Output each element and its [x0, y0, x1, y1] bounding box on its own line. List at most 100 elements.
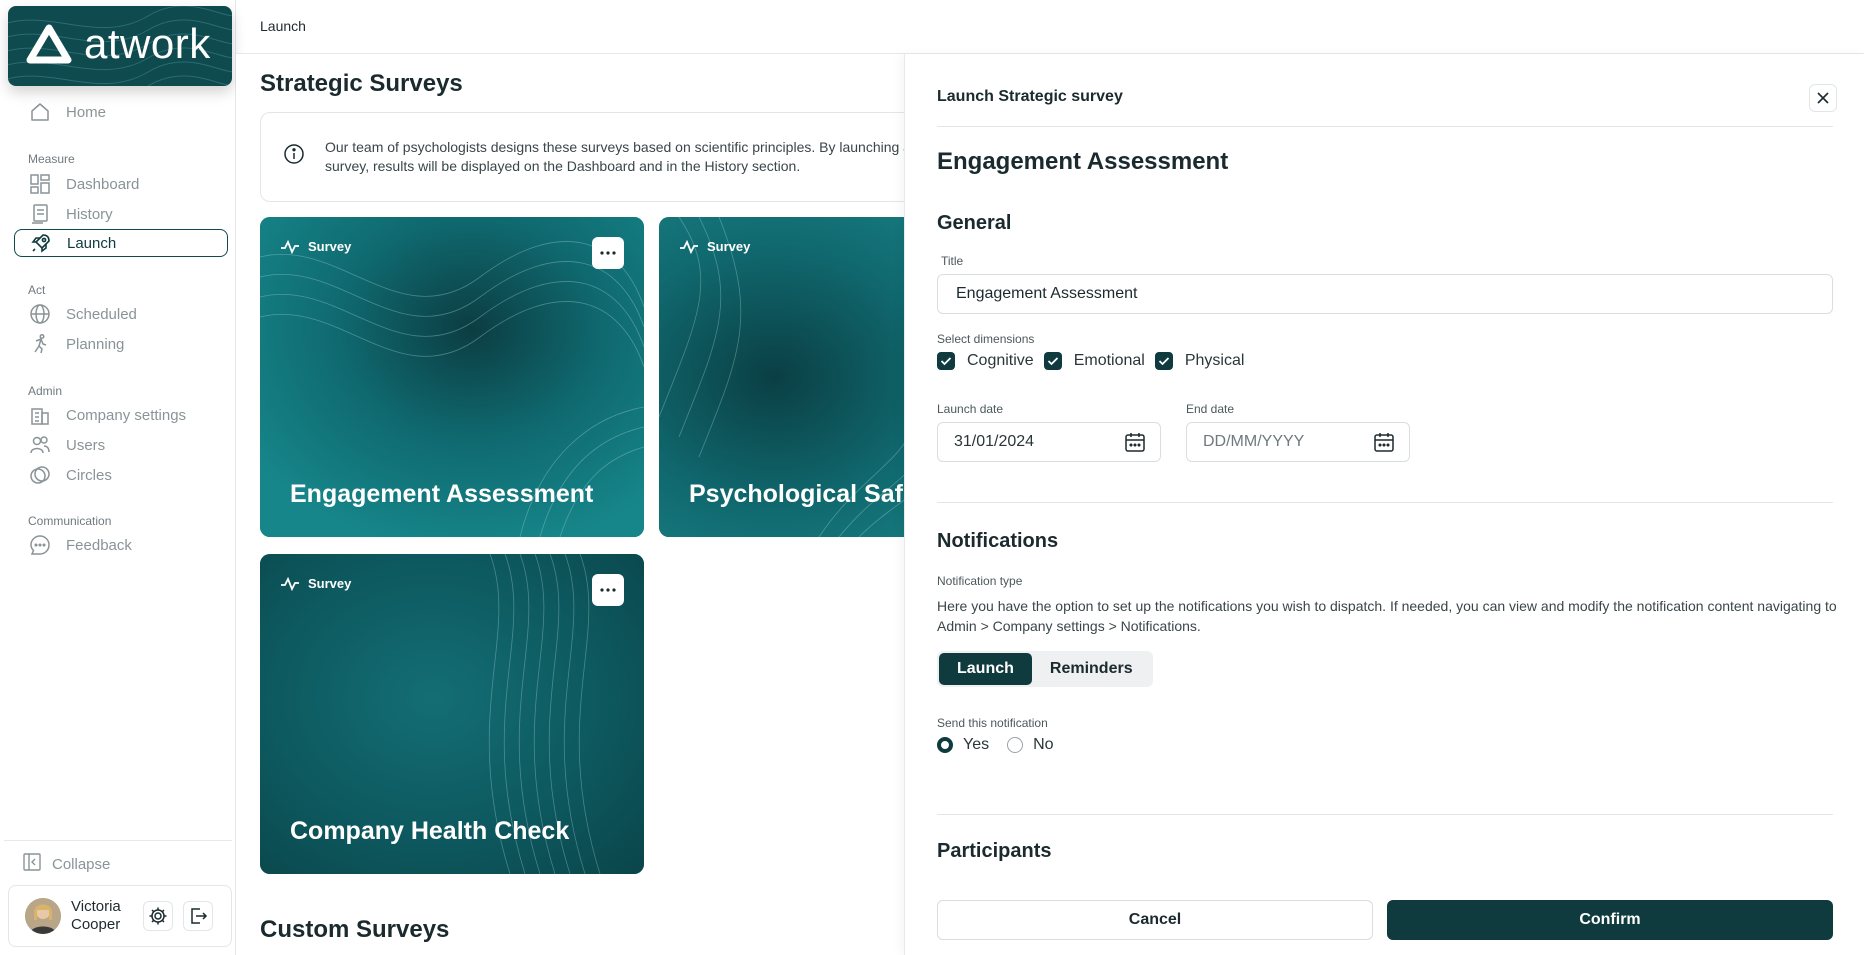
checkmark-icon	[1043, 352, 1062, 370]
notification-tabs: Launch Reminders	[937, 651, 1153, 687]
top-bar: Launch	[236, 0, 1864, 54]
settings-button[interactable]	[143, 901, 173, 931]
calendar-icon[interactable]	[1124, 431, 1146, 458]
nav-item-label: Home	[66, 103, 107, 121]
survey-card-title: Engagement Assessment	[290, 480, 594, 508]
logout-icon	[191, 908, 208, 924]
radio-no[interactable]: No	[1007, 736, 1054, 754]
nav-item-users[interactable]: Users	[14, 431, 228, 459]
history-icon	[28, 202, 52, 226]
breadcrumb[interactable]: Launch	[260, 18, 306, 34]
custom-surveys-title: Custom Surveys	[260, 916, 450, 943]
checkbox-label: Emotional	[1073, 352, 1145, 369]
nav-item-company-settings[interactable]: Company settings	[14, 401, 228, 429]
main-content: Strategic Surveys Our team of psychologi…	[236, 54, 904, 955]
user-first-name: Victoria	[71, 898, 121, 915]
title-input[interactable]	[937, 274, 1833, 314]
pulse-icon	[281, 576, 299, 591]
radio-yes[interactable]: Yes	[937, 736, 989, 754]
nav-item-label: Feedback	[66, 536, 132, 554]
close-button[interactable]	[1809, 84, 1837, 112]
section-general: General	[937, 212, 1012, 234]
info-icon	[283, 143, 305, 170]
nav-section-admin: Admin	[28, 384, 63, 398]
title-label: Title	[941, 254, 964, 268]
drawer-title: Launch Strategic survey	[937, 88, 1123, 105]
section-notifications: Notifications	[937, 530, 1059, 552]
divider	[937, 126, 1833, 127]
nav-item-dashboard[interactable]: Dashboard	[14, 170, 228, 198]
checkbox-cognitive[interactable]: Cognitive	[937, 352, 1034, 370]
survey-card-engagement[interactable]: Survey Engagement Assessment	[260, 217, 644, 537]
checkbox-label: Cognitive	[967, 352, 1034, 369]
sidebar-collapse-icon	[22, 852, 42, 876]
user-name: Victoria Cooper	[71, 898, 133, 934]
tab-reminders[interactable]: Reminders	[1032, 653, 1151, 685]
survey-card-psychological-safety[interactable]: Survey Psychological Safety	[659, 217, 904, 537]
survey-name: Engagement Assessment	[937, 148, 1229, 175]
survey-card-company-health[interactable]: Survey Company Health Check	[260, 554, 644, 874]
nav-item-label: Circles	[66, 466, 112, 484]
ellipsis-icon	[600, 588, 616, 592]
user-card: Victoria Cooper	[8, 885, 232, 947]
nav-section-act: Act	[28, 283, 46, 297]
survey-tag: Survey	[280, 576, 351, 591]
rocket-icon	[29, 231, 53, 255]
send-notification-radios: Yes No	[937, 736, 1072, 754]
launch-date-field[interactable]: 31/01/2024	[937, 422, 1161, 462]
dashboard-icon	[28, 172, 52, 196]
home-icon	[28, 100, 52, 124]
nav-item-label: Dashboard	[66, 175, 140, 193]
brand-name: atwork	[84, 20, 211, 67]
nav-item-label: Planning	[66, 335, 125, 353]
tab-launch[interactable]: Launch	[939, 653, 1032, 685]
nav-item-label: Company settings	[66, 406, 187, 424]
nav-item-circles[interactable]: Circles	[14, 461, 228, 489]
end-date-placeholder: DD/MM/YYYY	[1203, 433, 1305, 450]
radio-unselected-icon	[1007, 737, 1024, 753]
nav-section-measure: Measure	[28, 152, 75, 166]
nav-item-history[interactable]: History	[14, 200, 228, 228]
collapse-label: Collapse	[52, 855, 111, 873]
cancel-button[interactable]: Cancel	[937, 900, 1373, 940]
end-date-label: End date	[1186, 402, 1235, 416]
pulse-icon	[680, 239, 698, 254]
launch-date-value: 31/01/2024	[954, 433, 1035, 450]
info-text: Our team of psychologists designs these …	[325, 139, 904, 174]
logout-button[interactable]	[183, 901, 213, 931]
circles-icon	[28, 463, 52, 487]
checkbox-label: Physical	[1184, 352, 1245, 369]
launch-survey-drawer: Launch Strategic survey Engagement Asses…	[904, 54, 1864, 955]
confirm-button[interactable]: Confirm	[1387, 900, 1833, 940]
atwork-logo[interactable]: atwork	[8, 6, 232, 86]
nav-item-home[interactable]: Home	[14, 98, 228, 126]
nav-item-scheduled[interactable]: Scheduled	[14, 300, 228, 328]
more-options-button[interactable]	[592, 237, 624, 269]
checkbox-physical[interactable]: Physical	[1154, 352, 1245, 370]
nav-item-feedback[interactable]: Feedback	[14, 531, 228, 559]
avatar[interactable]	[25, 898, 61, 934]
radio-selected-icon	[937, 737, 953, 753]
nav-item-label: History	[66, 205, 113, 223]
checkmark-icon	[937, 352, 955, 370]
user-last-name: Cooper	[71, 916, 121, 933]
nav-item-label: Launch	[67, 234, 117, 252]
dimensions-label: Select dimensions	[937, 332, 1035, 346]
nav-item-launch[interactable]: Launch	[14, 229, 228, 257]
checkbox-emotional[interactable]: Emotional	[1043, 352, 1145, 370]
divider	[937, 502, 1833, 503]
checkmark-icon	[1154, 352, 1173, 370]
atwork-logo-icon	[26, 24, 72, 64]
end-date-field[interactable]: DD/MM/YYYY	[1186, 422, 1410, 462]
divider	[937, 814, 1833, 815]
survey-tag-label: Survey	[308, 239, 352, 254]
section-participants: Participants	[937, 840, 1052, 862]
nav-item-planning[interactable]: Planning	[14, 330, 228, 358]
nav-section-communication: Communication	[28, 514, 112, 528]
collapse-button[interactable]: Collapse	[14, 850, 110, 878]
radio-label: Yes	[963, 736, 990, 753]
notification-note: Here you have the option to set up the n…	[937, 598, 1837, 634]
more-options-button[interactable]	[592, 574, 624, 606]
calendar-icon[interactable]	[1373, 431, 1395, 458]
launch-date-label: Launch date	[937, 402, 1004, 416]
